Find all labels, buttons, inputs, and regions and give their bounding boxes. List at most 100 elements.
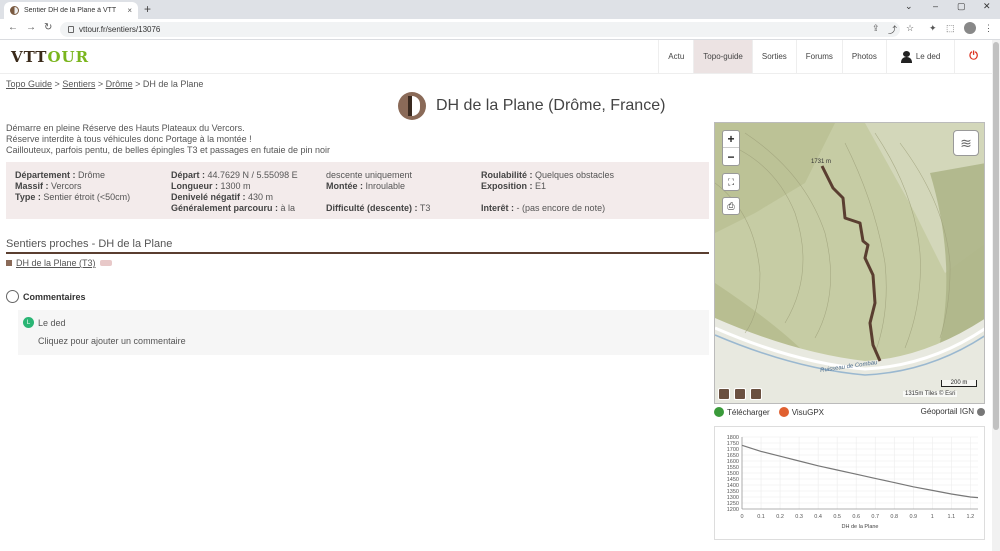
- layers-button[interactable]: ≋: [953, 130, 979, 156]
- map-view-mountain-icon[interactable]: [718, 388, 730, 400]
- start-elevation-label: 1731 m: [811, 159, 832, 165]
- minimize-button[interactable]: –: [933, 1, 938, 11]
- elevation-chart: 1800 1750 1700 1650 1600 1550 1500 1450 1400 1350…: [714, 426, 985, 540]
- x-tick-label: 1.2: [967, 514, 975, 520]
- map-view-trail-icon[interactable]: [734, 388, 746, 400]
- x-tick-label: 0.5: [833, 514, 841, 520]
- scale-bar: 200 m: [941, 380, 977, 387]
- bookmark-star-icon[interactable]: ☆: [906, 23, 914, 34]
- page-title: DH de la Plane (Drôme, France): [436, 97, 666, 114]
- tab-search-icon[interactable]: ⌄: [905, 1, 913, 12]
- extensions-icon[interactable]: ✦: [929, 23, 937, 34]
- comment-box: L Le ded Cliquez pour ajouter un comment…: [18, 310, 709, 355]
- x-tick-label: 1.1: [948, 514, 956, 520]
- visugpx-icon: [778, 407, 789, 417]
- nearby-trail-item: DH de la Plane (T3): [6, 258, 112, 268]
- x-tick-label: 0.9: [909, 514, 917, 520]
- y-tick-label: 1200: [727, 507, 739, 513]
- x-tick-label: 0.3: [795, 514, 803, 520]
- comment-icon: [6, 290, 19, 303]
- x-axis-label: DH de la Plane: [842, 524, 879, 530]
- map-links: Télécharger VisuGPX Géoportail IGN: [714, 407, 985, 421]
- x-tick-label: 0.4: [814, 514, 822, 520]
- x-tick-label: 0.7: [871, 514, 879, 520]
- menu-icon[interactable]: ⋮: [984, 23, 993, 34]
- lock-icon: [68, 26, 74, 33]
- main-nav: Actu Topo-guide Sorties Forums Photos Le…: [658, 40, 992, 73]
- nav-topo-guide[interactable]: Topo-guide: [693, 40, 752, 73]
- print-button[interactable]: ⎙: [722, 197, 740, 215]
- nav-actu[interactable]: Actu: [658, 40, 693, 73]
- profile-avatar[interactable]: [964, 22, 976, 34]
- nearby-trails-title: Sentiers proches - DH de la Plane: [6, 238, 709, 254]
- x-tick-label: 0.8: [890, 514, 898, 520]
- restore-button[interactable]: ▢: [957, 1, 966, 12]
- download-icon: [714, 407, 724, 417]
- back-button[interactable]: ←: [8, 22, 18, 33]
- x-tick-label: 0.6: [852, 514, 860, 520]
- address-bar[interactable]: vttour.fr/sentiers/13076: [60, 22, 900, 37]
- new-tab-button[interactable]: +: [144, 2, 151, 16]
- nav-forums[interactable]: Forums: [795, 40, 842, 73]
- bullet-icon: [6, 260, 12, 266]
- map-view-satellite-icon[interactable]: [750, 388, 762, 400]
- trail-map[interactable]: + − ⛶ ⎙ ≋ 1731 m Ruisseau de Combau 200 …: [714, 122, 985, 404]
- breadcrumb-drome[interactable]: Drôme: [106, 79, 133, 89]
- address-row: ← → ↻ vttour.fr/sentiers/13076 ⇪ ⤴ ☆ ✦ ⬚…: [0, 19, 1000, 40]
- url-text: vttour.fr/sentiers/13076: [79, 25, 161, 34]
- close-window-button[interactable]: ✕: [983, 1, 991, 12]
- map-attribution: 1315m Tiles © Esri: [903, 391, 958, 397]
- info-col-3: descente uniquement Montée : Inroulable …: [326, 170, 431, 213]
- install-icon[interactable]: ⇪: [872, 23, 880, 34]
- geoportail-link[interactable]: Géoportail IGN: [921, 407, 985, 416]
- site-logo[interactable]: VTTOUR: [11, 48, 89, 66]
- external-link-icon: [977, 407, 985, 416]
- info-col-4: Roulabilité : Quelques obstacles Exposit…: [481, 170, 615, 213]
- avatar: L: [23, 317, 34, 328]
- nav-sorties[interactable]: Sorties: [751, 40, 796, 73]
- x-tick-label: 0: [740, 514, 743, 520]
- reload-button[interactable]: ↻: [44, 22, 52, 33]
- info-col-2: Départ : 44.7629 N / 5.55098 E Longueur …: [171, 170, 298, 213]
- x-tick-label: 0.1: [757, 514, 765, 520]
- tab-title: Sentier DH de la Plane à VTT: [24, 7, 117, 14]
- zoom-out-button[interactable]: −: [723, 148, 739, 165]
- elevation-chart-svg: 1800175017001650160015501500145014001350…: [727, 435, 979, 530]
- x-tick-label: 0.2: [776, 514, 784, 520]
- user-name: Le ded: [915, 52, 941, 61]
- browser-tabbar: Sentier DH de la Plane à VTT × + ⌄ – ▢ ✕: [0, 0, 1000, 19]
- trail-badge: [99, 260, 112, 266]
- power-icon: ⏻: [969, 50, 978, 62]
- trail-type-icon: [398, 92, 426, 120]
- site-favicon-icon: [10, 6, 19, 15]
- zoom-control: + −: [722, 130, 740, 166]
- zoom-in-button[interactable]: +: [723, 131, 739, 148]
- forward-button[interactable]: →: [26, 22, 36, 33]
- breadcrumb-current: DH de la Plane: [142, 79, 204, 89]
- share-icon[interactable]: ⤴: [888, 23, 897, 36]
- logout-button[interactable]: ⏻: [954, 40, 992, 73]
- x-tick-label: 1: [931, 514, 934, 520]
- nearby-trail-link[interactable]: DH de la Plane (T3): [16, 258, 96, 268]
- trail-info-box: Département : Drôme Massif : Vercors Typ…: [6, 162, 709, 219]
- info-col-1: Département : Drôme Massif : Vercors Typ…: [15, 170, 131, 202]
- breadcrumb-topo-guide[interactable]: Topo Guide: [6, 79, 52, 89]
- add-comment-link[interactable]: Cliquez pour ajouter un commentaire: [38, 336, 186, 346]
- download-link[interactable]: Télécharger VisuGPX: [714, 407, 824, 417]
- scrollbar-thumb[interactable]: [993, 42, 999, 430]
- visugpx-link[interactable]: VisuGPX: [792, 408, 824, 417]
- elevation-line: [741, 444, 979, 499]
- user-icon: [900, 50, 912, 63]
- comments-header: Commentaires: [6, 290, 86, 303]
- breadcrumb-sentiers[interactable]: Sentiers: [62, 79, 95, 89]
- comment-user: L Le ded: [23, 317, 66, 328]
- nav-photos[interactable]: Photos: [841, 40, 886, 73]
- breadcrumb: Topo Guide > Sentiers > Drôme > DH de la…: [6, 79, 204, 89]
- sidepanel-icon[interactable]: ⬚: [946, 23, 955, 34]
- fullscreen-button[interactable]: ⛶: [722, 173, 740, 191]
- trail-description: Démarre en pleine Réserve des Hauts Plat…: [6, 123, 331, 155]
- site-header: VTTOUR Actu Topo-guide Sorties Forums Ph…: [0, 40, 992, 74]
- browser-tab[interactable]: Sentier DH de la Plane à VTT ×: [4, 2, 138, 19]
- nav-user[interactable]: Le ded: [885, 40, 954, 73]
- tab-close-icon[interactable]: ×: [127, 6, 132, 15]
